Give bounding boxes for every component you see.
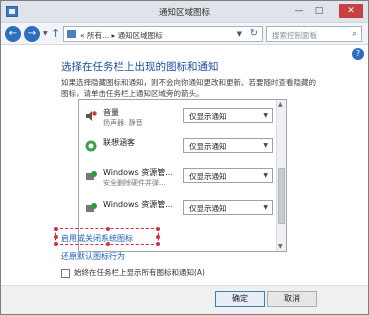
up-arrow-icon[interactable]: ↑ — [51, 27, 60, 40]
list-scrollbar[interactable]: ▲ ▼ — [276, 100, 286, 251]
behavior-select[interactable]: 仅显示通知 ▼ — [183, 108, 273, 123]
show-all-checkbox-row[interactable]: 始终在任务栏上显示所有图标和通知(A) — [61, 267, 205, 278]
row-sub: 安全删除硬件并弹... — [103, 179, 166, 187]
refresh-icon[interactable]: ↻ — [250, 28, 258, 39]
row-name: Windows 资源管... — [103, 168, 173, 177]
forward-button[interactable]: → — [24, 26, 40, 42]
chevron-down-icon: ▼ — [263, 142, 268, 149]
control-panel-window: 通知区域图标 — □ ✕ ← → ▼ ↑ « 所有... ▸ 通知区域图标 ▼ … — [0, 0, 369, 315]
maximize-button[interactable]: □ — [311, 5, 327, 18]
minimize-button[interactable]: — — [291, 5, 307, 18]
row-name: 联想涵客 — [103, 138, 135, 147]
list-item: Windows 资源管... 安全删除硬件并弹... 仅显示通知 ▼ — [79, 162, 274, 192]
address-dropdown-icon[interactable]: ▼ — [237, 30, 242, 38]
behavior-select[interactable]: 仅显示通知 ▼ — [183, 200, 273, 215]
restore-default-link[interactable]: 还原默认图标行为 — [61, 251, 125, 262]
row-name: Windows 资源管... — [103, 200, 173, 209]
forward-arrow-icon: → — [27, 28, 37, 39]
chevron-down-icon: ▼ — [263, 112, 268, 119]
list-item: Windows 资源管... 仅显示通知 ▼ — [79, 194, 274, 224]
scroll-down-icon[interactable]: ▼ — [278, 243, 283, 250]
select-value: 仅显示通知 — [189, 204, 227, 213]
search-input[interactable]: 搜索控制面板 ⌕ — [266, 26, 362, 42]
scroll-thumb[interactable] — [278, 168, 285, 224]
row-sub: 扬声器: 静音 — [103, 119, 143, 127]
page-description: 如果选择隐藏图标和通知，则不会向你通知更改和更新。若要随时查看隐藏的图标，请单击… — [61, 78, 316, 98]
app-icon — [85, 140, 97, 152]
list-item: 联想涵客 仅显示通知 ▼ — [79, 132, 274, 162]
search-placeholder: 搜索控制面板 — [272, 31, 317, 40]
page-heading: 选择在任务栏上出现的图标和通知 — [61, 61, 219, 73]
close-button[interactable]: ✕ — [339, 4, 363, 18]
navigation-bar: ← → ▼ ↑ « 所有... ▸ 通知区域图标 ▼ ↻ 搜索控制面板 ⌕ — [1, 23, 368, 45]
row-name: 音量 — [103, 108, 119, 117]
folder-icon — [67, 30, 76, 38]
select-value: 仅显示通知 — [189, 142, 227, 151]
history-dropdown-icon[interactable]: ▼ — [43, 30, 48, 37]
chevron-down-icon: ▼ — [263, 204, 268, 211]
checkbox-label: 始终在任务栏上显示所有图标和通知(A) — [74, 268, 205, 277]
usb-icon — [86, 171, 97, 180]
address-bar[interactable]: « 所有... ▸ 通知区域图标 ▼ ↻ — [63, 26, 263, 42]
chevron-down-icon: ▼ — [263, 172, 268, 179]
speaker-icon — [86, 111, 97, 121]
main-content: 选择在任务栏上出现的图标和通知 如果选择隐藏图标和通知，则不会向你通知更改和更新… — [1, 45, 368, 285]
ok-button[interactable]: 确定 — [215, 291, 265, 307]
show-all-checkbox[interactable] — [61, 268, 70, 278]
address-path: « 所有... ▸ 通知区域图标 — [80, 31, 163, 40]
back-button[interactable]: ← — [5, 26, 21, 42]
scroll-up-icon[interactable]: ▲ — [278, 101, 283, 108]
list-item: 音量 扬声器: 静音 仅显示通知 ▼ — [79, 102, 274, 132]
system-icons-link[interactable]: 启用或关闭系统图标 — [61, 233, 133, 244]
select-value: 仅显示通知 — [189, 112, 227, 121]
cancel-button[interactable]: 取消 — [267, 291, 317, 307]
behavior-select[interactable]: 仅显示通知 ▼ — [183, 138, 273, 153]
behavior-select[interactable]: 仅显示通知 ▼ — [183, 168, 273, 183]
usb-icon — [86, 203, 97, 212]
back-arrow-icon: ← — [8, 28, 18, 39]
title-bar: 通知区域图标 — □ ✕ — [1, 1, 368, 23]
dialog-footer: 确定 取消 — [1, 285, 368, 314]
select-value: 仅显示通知 — [189, 172, 227, 181]
search-icon: ⌕ — [351, 29, 357, 39]
